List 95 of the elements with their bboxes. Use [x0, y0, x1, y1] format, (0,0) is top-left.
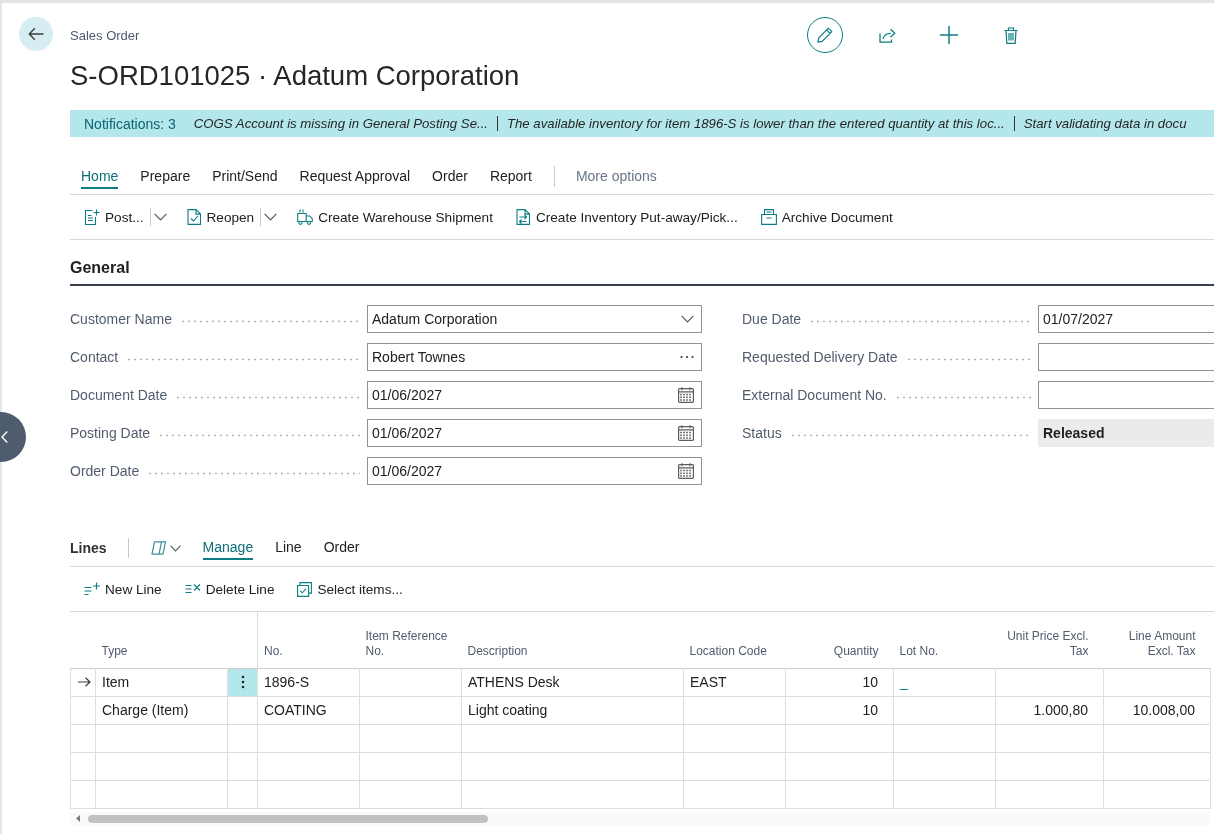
list-x-icon — [184, 583, 201, 595]
tab[interactable]: Print/Send — [212, 168, 278, 189]
tab[interactable]: Order — [432, 168, 468, 189]
calendar-icon[interactable] — [678, 387, 694, 403]
pencil-icon — [817, 27, 833, 43]
more-options-tab[interactable]: More options — [575, 168, 657, 189]
tab[interactable]: Order — [323, 536, 360, 560]
column-header[interactable]: Quantity — [791, 643, 879, 659]
tab[interactable]: Line — [275, 536, 302, 560]
table-cell: 1.000,80 — [995, 696, 1104, 724]
action-button[interactable]: Post... — [78, 205, 150, 229]
horizontal-scrollbar[interactable] — [70, 811, 1210, 826]
truck-icon — [297, 209, 314, 225]
date-field[interactable]: 01/06/2027 — [367, 419, 702, 447]
layers-icon — [149, 541, 167, 555]
column-header[interactable]: Type — [101, 643, 222, 659]
ellipsis-icon[interactable] — [680, 355, 694, 359]
tab[interactable]: Home — [81, 168, 119, 189]
kebab-icon — [240, 675, 245, 689]
part-title: Lines — [70, 540, 107, 556]
table-cell: Charge (Item) — [95, 696, 228, 724]
table-cell: 10 — [785, 696, 894, 724]
field-label: Posting Date — [70, 425, 151, 441]
calendar-icon[interactable] — [678, 425, 694, 441]
action-button[interactable]: Select items... — [291, 577, 409, 601]
plus-icon — [940, 26, 958, 44]
table-cell: Light coating — [461, 696, 684, 724]
scrollbar-thumb[interactable] — [88, 814, 488, 823]
box-check-icon — [297, 581, 313, 597]
column-header[interactable]: Line Amount Excl. Tax — [1109, 628, 1196, 659]
table-cell: 10 — [785, 668, 894, 696]
status-field: Released — [1038, 419, 1214, 447]
trash-icon — [1004, 26, 1018, 44]
tab[interactable]: Manage — [202, 536, 254, 560]
tab[interactable]: Prepare — [140, 168, 191, 189]
field-label: External Document No. — [742, 387, 887, 403]
column-header[interactable]: Description — [467, 643, 678, 659]
tab[interactable]: Report — [489, 168, 532, 189]
field-label: Customer Name — [70, 311, 172, 327]
document-plus-icon — [84, 209, 100, 225]
collapse-button[interactable] — [0, 412, 26, 462]
text-field[interactable]: 01/07/2027 — [1038, 305, 1214, 333]
caret-icon — [264, 213, 278, 221]
caret-icon — [153, 213, 167, 221]
notification-message[interactable]: The available inventory for item 1896-S is lower than the entered quantity at this loc... — [507, 116, 1005, 131]
field-label: Contact — [70, 349, 119, 365]
tab[interactable]: Request Approval — [299, 168, 411, 189]
table-cell: COATING — [257, 696, 360, 724]
calendar-icon[interactable] — [678, 463, 694, 479]
date-field[interactable]: 01/06/2027 — [367, 381, 702, 409]
action-button[interactable]: Delete Line — [178, 577, 281, 601]
action-button[interactable]: Archive Document — [754, 205, 899, 229]
list-plus-icon — [84, 582, 100, 596]
share-icon — [878, 27, 896, 43]
view-menu-button[interactable] — [149, 541, 181, 555]
document-arrows-icon — [515, 209, 531, 225]
field-label: Document Date — [70, 387, 168, 403]
page-title: S-ORD101025 · Adatum Corporation — [70, 59, 520, 93]
dropdown-field[interactable]: Adatum Corporation — [367, 305, 702, 333]
field-label: Status — [742, 425, 782, 441]
text-field[interactable] — [1038, 381, 1214, 409]
table-cell: Item — [95, 668, 228, 696]
text-field[interactable] — [1038, 343, 1214, 371]
action-button[interactable]: Create Inventory Put-away/Pick... — [509, 205, 744, 229]
back-button[interactable] — [19, 17, 53, 51]
field-label: Order Date — [70, 463, 140, 479]
action-button[interactable]: Reopen — [180, 205, 261, 229]
lookup-field[interactable]: Robert Townes — [367, 343, 702, 371]
notification-message[interactable]: COGS Account is missing in General Posting Se... — [193, 116, 488, 131]
table-cell: ATHENS Desk — [461, 668, 684, 696]
document-check-icon — [186, 209, 202, 225]
scroll-left-icon[interactable] — [76, 815, 80, 822]
column-header[interactable]: No. — [264, 643, 354, 659]
notification-message[interactable]: Start validating data in docu — [1023, 116, 1187, 131]
table-cell: 1896-S — [257, 668, 360, 696]
column-header[interactable]: Location Code — [689, 643, 780, 659]
breadcrumb: Sales Order — [70, 28, 140, 43]
column-header[interactable]: Lot No. — [899, 643, 990, 659]
caret-icon — [169, 544, 181, 552]
field-label: Due Date — [742, 311, 802, 327]
notification-count[interactable]: Notifications: 3 — [84, 115, 176, 132]
chevron-left-icon — [1, 431, 8, 443]
action-button[interactable]: Create Warehouse Shipment — [291, 205, 499, 229]
arrow-left-icon — [28, 27, 44, 41]
date-field[interactable]: 01/06/2027 — [367, 457, 702, 485]
table-cell: EAST — [683, 668, 786, 696]
action-button[interactable]: New Line — [78, 577, 168, 601]
field-label: Requested Delivery Date — [742, 349, 898, 365]
archive-box-icon — [760, 209, 777, 225]
section-title: General — [70, 259, 130, 276]
chevron-down-icon[interactable] — [681, 315, 694, 323]
table-cell: _ — [893, 668, 996, 696]
column-header[interactable]: Unit Price Excl. Tax — [1001, 628, 1089, 659]
table-cell: 10.008,00 — [1103, 696, 1211, 724]
column-header[interactable]: Item Reference No. — [365, 628, 456, 659]
